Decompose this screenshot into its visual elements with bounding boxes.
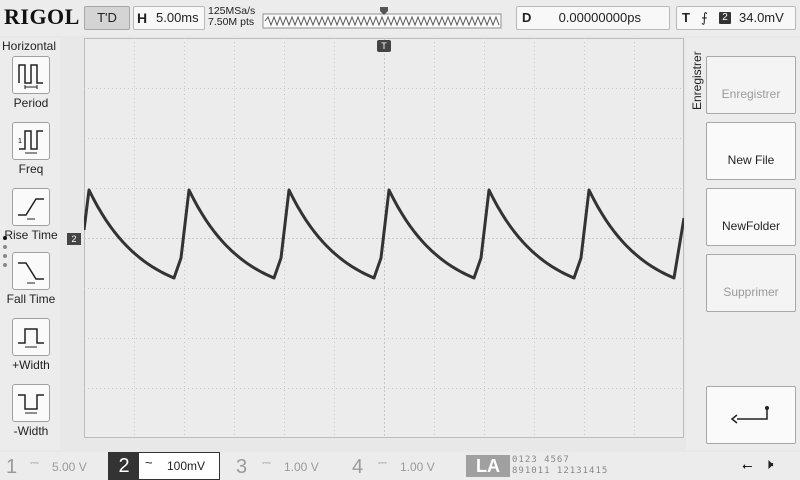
measure-freq-label: Freq xyxy=(18,162,44,176)
new-folder-button-label: NewFolder xyxy=(721,219,781,233)
waveform-display[interactable] xyxy=(82,38,686,438)
channel-2-status[interactable]: 2 ~ 100mV xyxy=(108,452,220,480)
rising-edge-icon: ⨍ xyxy=(701,10,708,25)
save-button[interactable]: Enregistrer xyxy=(706,56,796,114)
delay-value: 0.00000000ps xyxy=(558,10,641,25)
channel-3-dc-coupling-icon: ⎓ xyxy=(262,457,271,469)
save-menu-title: Enregistrer xyxy=(690,51,704,110)
delay-box[interactable]: D 0.00000000ps xyxy=(516,6,670,30)
channel-4-scale[interactable]: 1.00 V xyxy=(400,460,435,474)
trigger-source-badge: 2 xyxy=(719,12,731,24)
trigger-box[interactable]: T ⨍ 2 34.0mV xyxy=(676,6,796,30)
measure-rise-time[interactable]: Rise Time xyxy=(0,188,62,242)
save-button-label: Enregistrer xyxy=(721,87,781,101)
rigol-logo: RIGOL xyxy=(4,4,80,29)
fall-time-icon xyxy=(12,252,50,290)
new-file-button[interactable]: New File xyxy=(706,122,796,180)
new-folder-button[interactable]: NewFolder xyxy=(706,188,796,246)
measure-fall-time[interactable]: Fall Time xyxy=(0,252,62,306)
period-icon xyxy=(12,56,50,94)
measure-positive-width-label: +Width xyxy=(12,358,50,372)
horizontal-tag: H xyxy=(137,10,148,26)
delete-button[interactable]: Supprimer xyxy=(706,254,796,312)
channel-2-number: 2 xyxy=(109,453,139,479)
menu-title: Horizontal xyxy=(2,39,57,53)
measure-rise-time-label: Rise Time xyxy=(4,228,58,242)
timebase-box[interactable]: H 5.00ms xyxy=(133,6,205,30)
channel-2-offset-marker[interactable]: 2 xyxy=(67,233,81,245)
usb-icon: ⭠ xyxy=(742,458,753,473)
memory-depth: 7.50M pts xyxy=(208,16,255,28)
return-arrow-icon xyxy=(730,406,769,424)
channel-4-dc-coupling-icon: ⎓ xyxy=(378,457,387,469)
timebase-value: 5.00ms xyxy=(156,10,199,25)
top-status-bar: RIGOL T'D H 5.00ms 125MSa/s 7.50M pts D … xyxy=(0,0,800,36)
measure-negative-width[interactable]: -Width xyxy=(0,384,62,438)
negative-width-icon xyxy=(12,384,50,422)
measure-negative-width-label: -Width xyxy=(13,424,49,438)
channel-1-scale[interactable]: 5.00 V xyxy=(52,460,87,474)
horizontal-measure-menu: Horizontal Period 1 Freq Rise Time Fall … xyxy=(0,38,60,450)
channel-status-bar: 1 ⎓ 5.00 V 2 ~ 100mV 3 ⎓ 1.00 V 4 ⎓ 1.00… xyxy=(0,452,800,480)
delay-tag: D xyxy=(522,10,532,25)
measure-period-label: Period xyxy=(13,96,49,110)
new-file-button-label: New File xyxy=(727,153,775,167)
speaker-muted-icon[interactable]: 🕨 xyxy=(764,456,773,473)
logic-channels-row-2: 891011 12131415 xyxy=(512,466,609,476)
svg-text:1: 1 xyxy=(18,138,22,145)
run-status-badge[interactable]: T'D xyxy=(84,6,130,30)
measure-fall-time-label: Fall Time xyxy=(6,292,56,306)
channel-4-number[interactable]: 4 xyxy=(352,456,363,479)
freq-icon: 1 xyxy=(12,122,50,160)
trigger-tag: T xyxy=(682,10,690,25)
trigger-level-value: 34.0mV xyxy=(739,10,784,25)
acquisition-info: 125MSa/s 7.50M pts xyxy=(208,6,255,28)
memory-overview[interactable] xyxy=(262,6,502,30)
channel-2-scale: 100mV xyxy=(167,459,206,473)
channel-2-ac-coupling-icon: ~ xyxy=(145,455,153,470)
back-button[interactable] xyxy=(706,386,796,444)
trigger-position-marker[interactable]: T xyxy=(377,40,391,52)
logic-analyzer-badge[interactable]: LA xyxy=(466,455,510,477)
channel-1-dc-coupling-icon: ⎓ xyxy=(30,457,39,469)
channel-3-number[interactable]: 3 xyxy=(236,456,247,479)
logic-channel-grid[interactable]: 0123 4567 891011 12131415 xyxy=(512,455,608,477)
page-indicator xyxy=(3,236,7,272)
measure-positive-width[interactable]: +Width xyxy=(0,318,62,372)
rise-time-icon xyxy=(12,188,50,226)
channel-3-scale[interactable]: 1.00 V xyxy=(284,460,319,474)
positive-width-icon xyxy=(12,318,50,356)
save-menu: Enregistrer Enregistrer New File NewFold… xyxy=(686,38,800,450)
measure-freq[interactable]: 1 Freq xyxy=(0,122,62,176)
delete-button-label: Supprimer xyxy=(723,285,779,299)
channel-1-number[interactable]: 1 xyxy=(6,456,17,479)
measure-period[interactable]: Period xyxy=(0,56,62,110)
logic-channels-row-1: 0123 4567 xyxy=(512,455,570,465)
